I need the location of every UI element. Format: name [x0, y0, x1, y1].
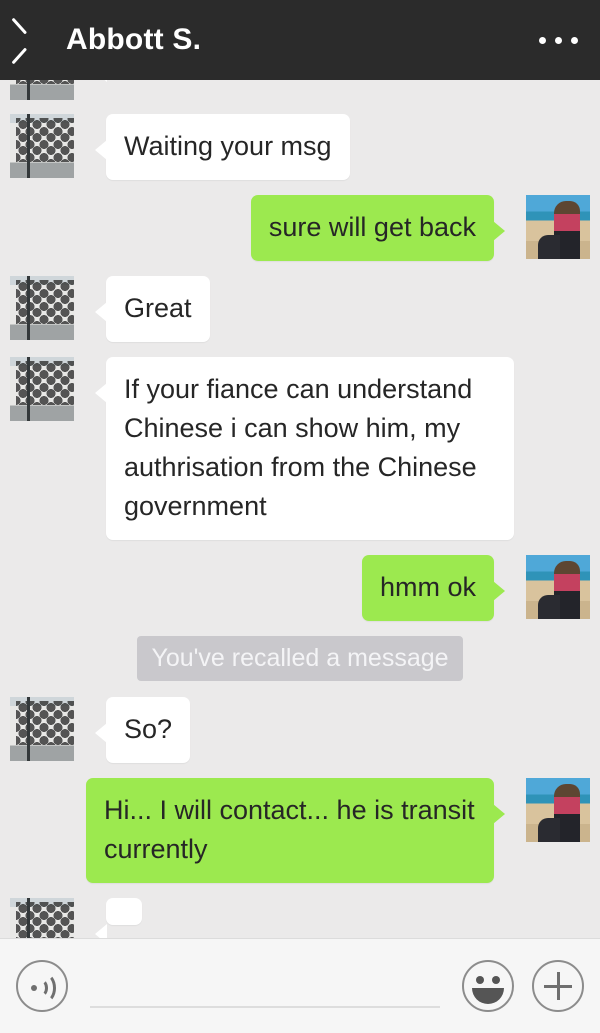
voice-message-icon[interactable]	[16, 960, 68, 1012]
plus-icon[interactable]	[532, 960, 584, 1012]
page-title: Abbott S.	[66, 23, 202, 56]
smiley-face-icon[interactable]	[462, 960, 514, 1012]
smiley-eye	[492, 976, 500, 984]
message-row[interactable]: If your fiance can understand Chinese i …	[0, 357, 600, 540]
message-bubble[interactable]: So?	[94, 697, 191, 763]
avatar[interactable]	[526, 555, 590, 619]
message-bubble[interactable]	[95, 898, 142, 938]
recalled-message-notice: You've recalled a message	[137, 636, 463, 681]
voice-arc	[34, 973, 56, 1003]
message-row[interactable]: Waiting your msg	[0, 114, 600, 180]
more-options-icon[interactable]	[539, 0, 578, 80]
message-input[interactable]	[90, 960, 440, 1012]
message-row[interactable]: hmm ok	[0, 555, 600, 621]
message-bubble[interactable]: If your fiance can understand Chinese i …	[95, 357, 514, 540]
menu-dot	[539, 36, 546, 44]
chat-screen: Abbott S. Waiting your msg sure will get…	[0, 0, 600, 1033]
avatar[interactable]	[10, 276, 74, 340]
input-underline	[90, 1006, 440, 1008]
menu-dot	[571, 36, 578, 44]
app-header: Abbott S.	[0, 0, 600, 80]
message-bubble[interactable]: Waiting your msg	[95, 114, 350, 180]
system-notice-row: You've recalled a message	[0, 636, 600, 681]
message-bubble[interactable]: sure will get back	[250, 195, 506, 261]
message-row-clipped-bottom[interactable]	[0, 898, 600, 938]
smiley-mouth	[472, 988, 504, 1004]
message-row[interactable]: So?	[0, 697, 600, 763]
avatar[interactable]	[526, 195, 590, 259]
menu-dot	[555, 36, 562, 44]
chevron-left-icon	[20, 21, 42, 59]
back-button[interactable]	[0, 0, 62, 80]
message-bubble[interactable]: Hi... I will contact... he is transit cu…	[86, 778, 505, 883]
avatar[interactable]	[10, 357, 74, 421]
message-row-clipped-top[interactable]	[0, 80, 600, 100]
avatar[interactable]	[526, 778, 590, 842]
message-bubble[interactable]: hmm ok	[361, 555, 506, 621]
message-row[interactable]: Great	[0, 276, 600, 342]
message-row[interactable]: Hi... I will contact... he is transit cu…	[0, 778, 600, 883]
avatar[interactable]	[10, 114, 74, 178]
smiley-eye	[476, 976, 484, 984]
message-bubble[interactable]: Great	[95, 276, 210, 342]
message-input-bar	[0, 938, 600, 1033]
avatar[interactable]	[10, 697, 74, 761]
message-list[interactable]: Waiting your msg sure will get back Grea…	[0, 80, 600, 938]
avatar[interactable]	[10, 898, 74, 938]
avatar[interactable]	[10, 80, 74, 100]
message-row[interactable]: sure will get back	[0, 195, 600, 261]
